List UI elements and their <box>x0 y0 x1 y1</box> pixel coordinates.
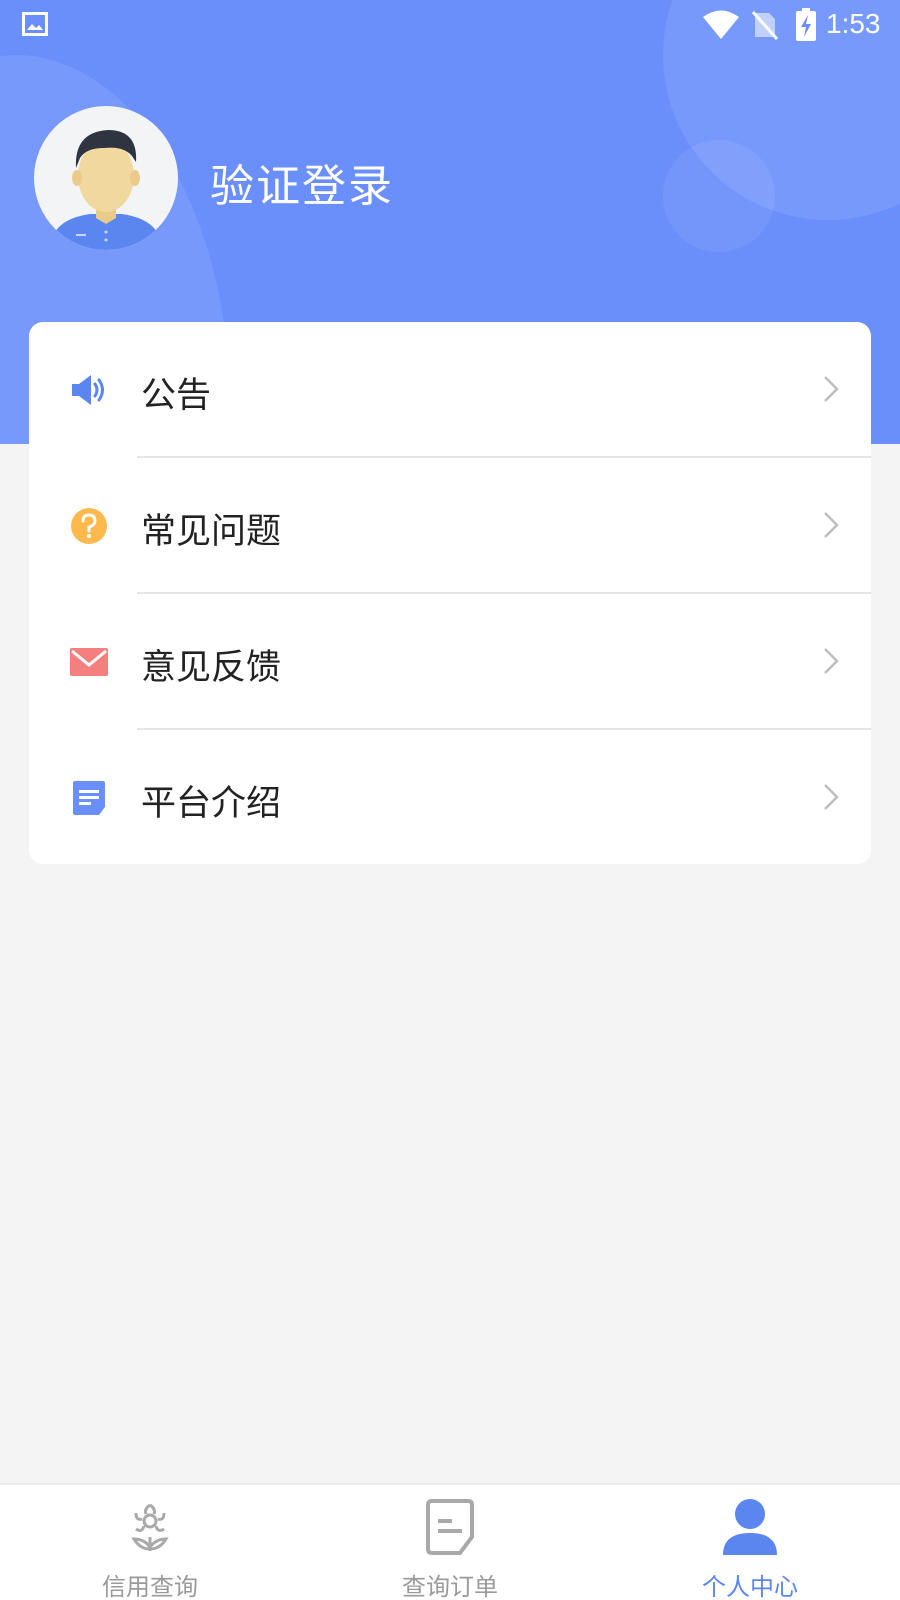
chevron-right-icon <box>824 784 839 810</box>
menu-item-platform-intro[interactable]: 平台介绍 <box>29 730 871 865</box>
user-avatar-icon <box>54 130 158 250</box>
flower-icon <box>131 1503 169 1551</box>
menu-item-label: 常见问题 <box>141 512 282 552</box>
chevron-right-icon <box>824 512 839 538</box>
battery-charging-icon <box>796 8 816 41</box>
status-time: 1:53 <box>826 8 881 39</box>
menu-item-label: 意见反馈 <box>141 648 282 688</box>
menu-card: 公告 常见问题 意见反馈 平台介绍 <box>29 322 871 864</box>
mail-icon <box>70 648 108 676</box>
wifi-icon <box>703 10 739 39</box>
speaker-icon <box>72 375 104 405</box>
no-sim-icon <box>752 11 778 40</box>
question-icon <box>71 508 107 544</box>
menu-item-faq[interactable]: 常见问题 <box>29 458 871 593</box>
tab-label: 信用查询 <box>102 1573 198 1600</box>
tab-label: 个人中心 <box>702 1573 798 1600</box>
tab-personal-center[interactable]: 个人中心 <box>600 1485 900 1600</box>
menu-item-feedback[interactable]: 意见反馈 <box>29 594 871 729</box>
chevron-right-icon <box>824 376 839 402</box>
chevron-right-icon <box>824 648 839 674</box>
tab-query-orders[interactable]: 查询订单 <box>300 1485 600 1600</box>
status-bar: 1:53 <box>0 0 900 52</box>
menu-item-announcement[interactable]: 公告 <box>29 322 871 457</box>
bottom-tab-bar: 信用查询 查询订单 个人中心 <box>0 1483 900 1600</box>
header-decoration-circle <box>663 140 775 252</box>
document-icon <box>73 781 105 815</box>
login-link[interactable]: 验证登录 <box>210 150 394 214</box>
avatar[interactable] <box>34 106 178 250</box>
menu-item-label: 平台介绍 <box>141 784 282 824</box>
gallery-icon <box>22 12 48 36</box>
menu-item-label: 公告 <box>141 376 212 416</box>
tab-credit-query[interactable]: 信用查询 <box>0 1485 300 1600</box>
order-icon <box>426 1499 474 1555</box>
person-icon <box>723 1499 777 1555</box>
tab-label: 查询订单 <box>402 1573 498 1600</box>
